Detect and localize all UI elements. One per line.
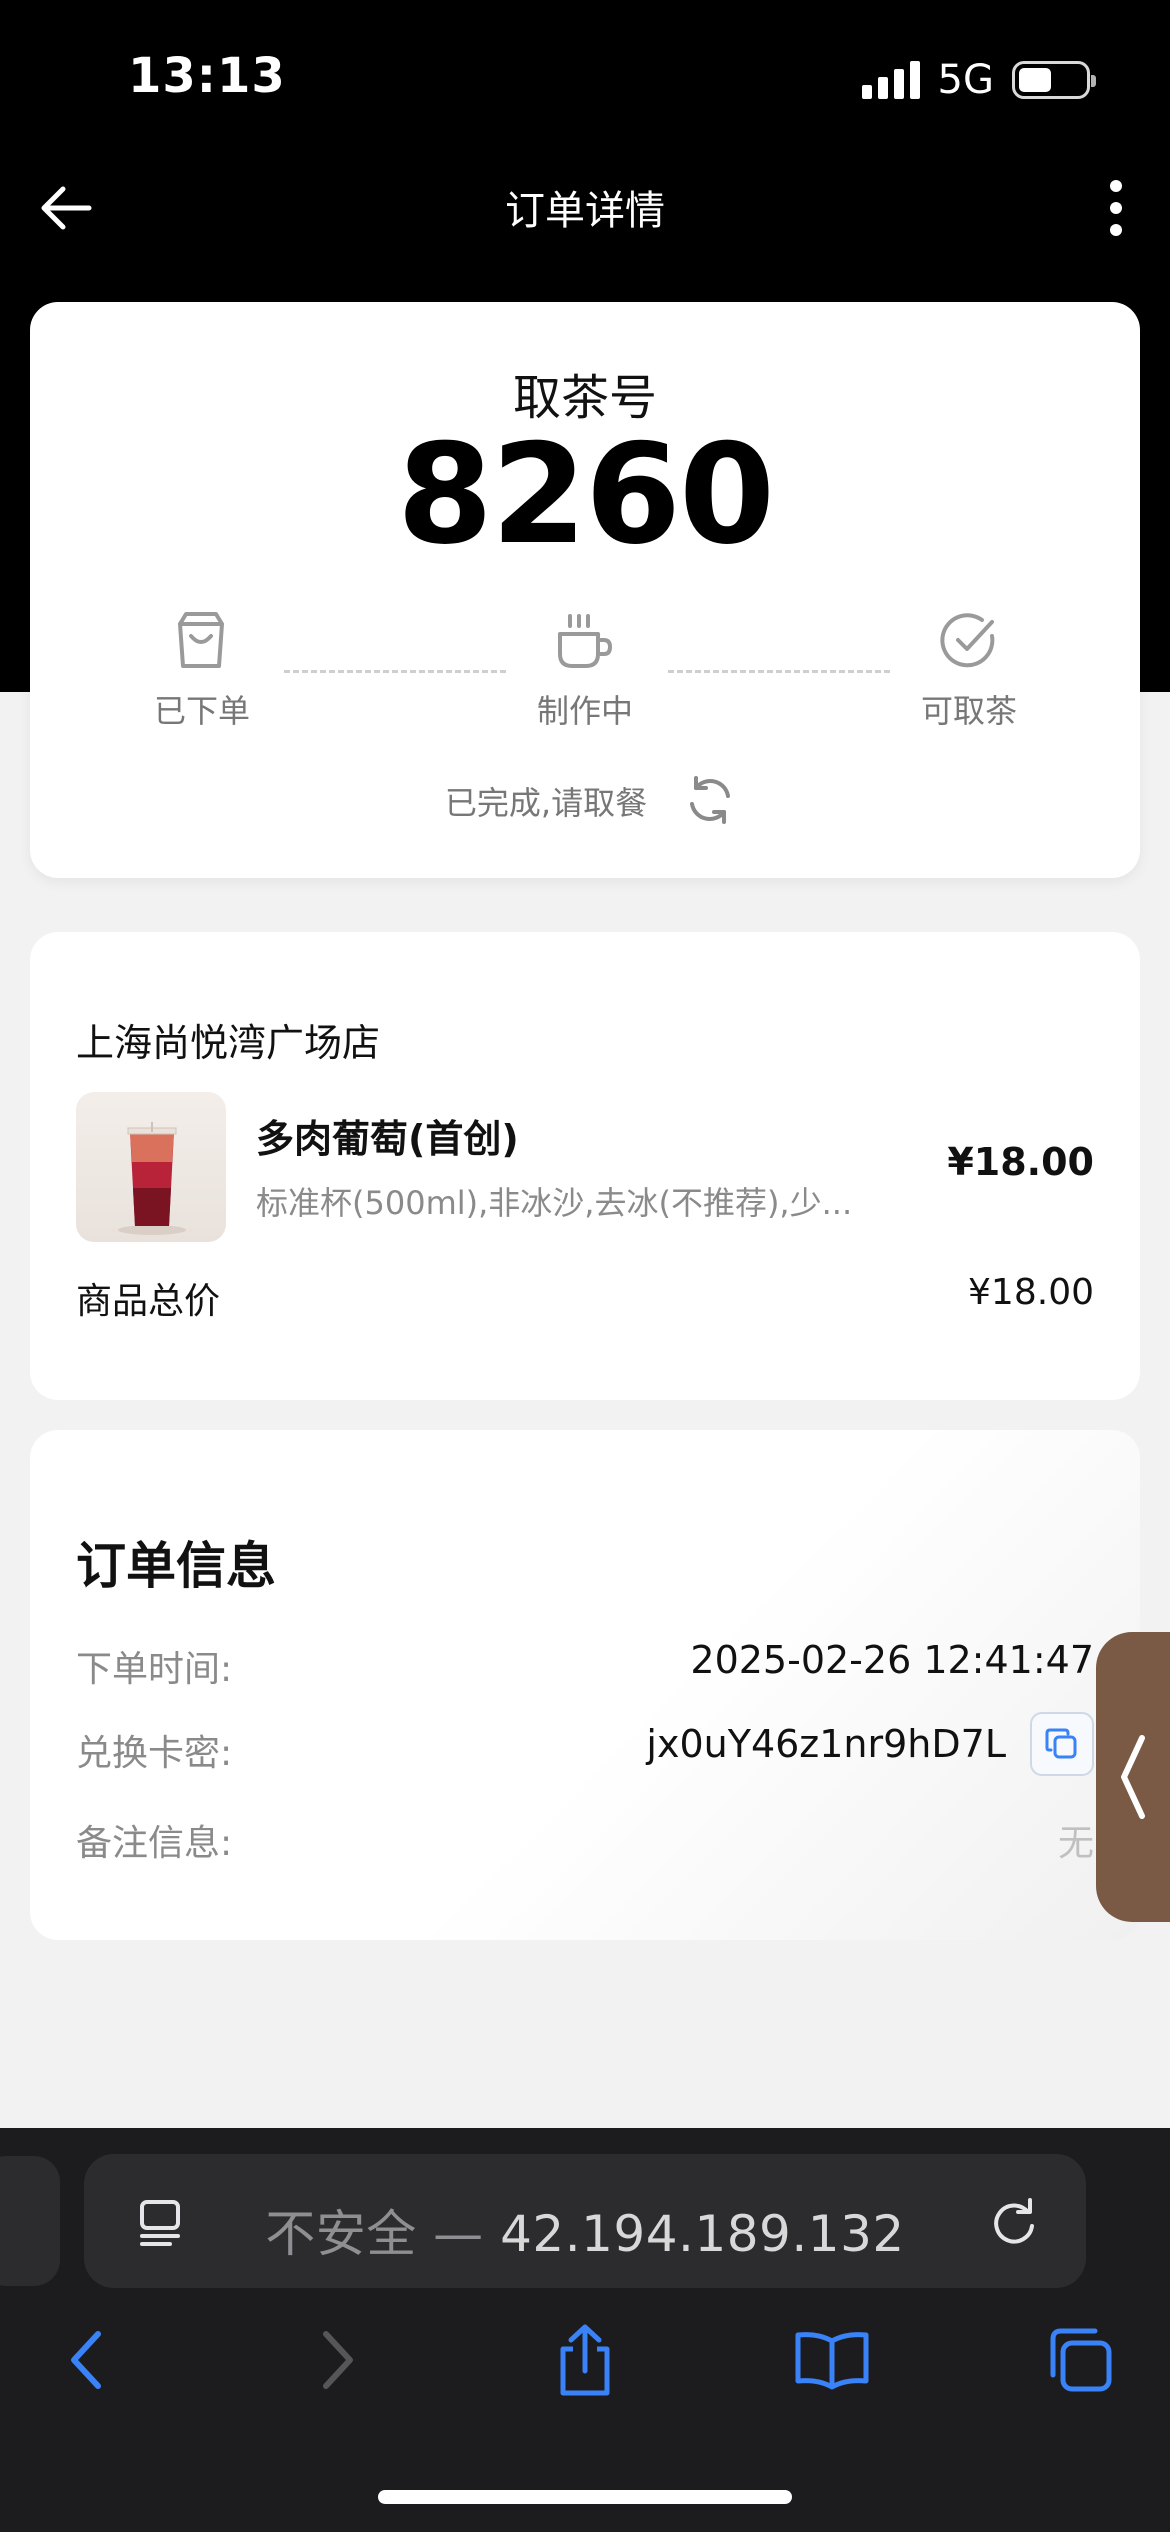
tabs-icon [1050,2328,1112,2392]
more-options-button[interactable] [1096,176,1136,240]
order-time-label: 下单时间: [76,1649,233,1690]
product-spec: 标准杯(500ml),非冰沙,去冰(不推荐),少... [256,1184,853,1222]
chevron-right-icon [323,2331,353,2389]
browser-forward-button[interactable] [298,2320,378,2400]
url-text: 不安全 — 42.194.189.132 [84,2194,1086,2266]
url-address: 42.194.189.132 [500,2205,905,2263]
order-info-title: 订单信息 [76,1537,276,1595]
page-title: 订单详情 [505,188,665,234]
tabs-button[interactable] [1040,2320,1120,2400]
status-indicators: 5G [861,52,1096,108]
previous-tab-peek[interactable] [0,2156,60,2286]
book-icon [795,2332,869,2390]
product-price: ¥18.00 [947,1140,1094,1184]
refresh-icon[interactable] [684,774,736,826]
check-circle-icon [936,608,1002,674]
card-code-label: 兑换卡密: [76,1733,233,1774]
bag-icon [168,608,234,674]
network-type: 5G [937,57,994,103]
total-label: 商品总价 [76,1281,221,1322]
note-value: 无 [1057,1823,1094,1864]
step-connector [668,670,890,673]
security-warning: 不安全 — [265,2205,484,2263]
side-drawer-handle[interactable] [1096,1632,1170,1922]
step-connector [284,670,506,673]
address-bar[interactable]: 不安全 — 42.194.189.132 [84,2154,1086,2288]
product-name: 多肉葡萄(首创) [256,1117,519,1161]
signal-icon [861,61,920,99]
order-time-value: 2025-02-26 12:41:47 [690,1638,1094,1682]
bookmarks-button[interactable] [792,2320,872,2400]
reload-icon[interactable] [986,2194,1042,2250]
chevron-left-icon [1121,1735,1145,1819]
pickup-number: 8260 [396,414,775,575]
dot [1110,202,1122,214]
note-label: 备注信息: [76,1823,233,1864]
total-value: ¥18.00 [968,1272,1094,1313]
card-code-value: jx0uY46z1nr9hD7L [646,1722,1006,1766]
copy-icon [1045,1728,1077,1759]
status-time: 13:13 [128,48,286,104]
pickup-card: 取茶号 8260 已下单 制作中 可取茶 已完成,请取餐 [30,302,1140,878]
home-indicator [378,2490,792,2504]
step-making: 制作中 [536,692,633,730]
store-name: 上海尚悦湾广场店 [76,1021,381,1065]
battery-icon [1012,61,1096,99]
order-status-text: 已完成,请取餐 [444,784,648,822]
share-icon [560,2324,610,2396]
browser-back-button[interactable] [46,2320,126,2400]
share-button[interactable] [545,2320,625,2400]
product-image [76,1092,226,1242]
cup-icon [552,608,618,674]
copy-button[interactable] [1030,1712,1094,1776]
chevron-left-icon [71,2331,101,2389]
dot [1110,180,1122,192]
step-ordered: 已下单 [153,692,250,730]
dot [1110,224,1122,236]
step-ready: 可取茶 [920,692,1017,730]
order-info-card: 订单信息 下单时间: 2025-02-26 12:41:47 兑换卡密: jx0… [30,1430,1140,1940]
order-items-card: 上海尚悦湾广场店 多肉葡萄(首创) 标准杯(500ml),非冰沙,去冰(不推荐)… [30,932,1140,1400]
